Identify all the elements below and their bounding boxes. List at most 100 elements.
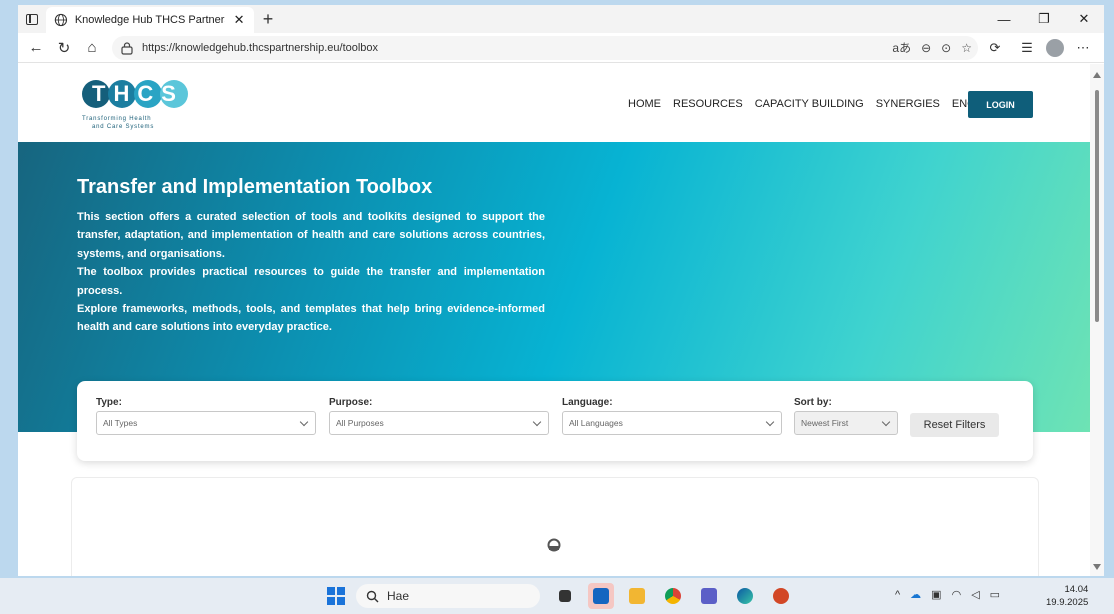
sort-select[interactable]: Newest First	[794, 411, 898, 435]
minimize-button[interactable]: —	[984, 5, 1024, 33]
logo-tagline-2: and Care Systems	[92, 124, 154, 130]
language-select[interactable]: All Languages	[562, 411, 782, 435]
tab-actions-button[interactable]	[18, 5, 46, 33]
favorite-star-icon[interactable]: ☆	[961, 41, 972, 55]
tab-title: Knowledge Hub THCS Partnership	[74, 14, 225, 26]
login-button[interactable]: LOGIN	[968, 91, 1033, 118]
favorites-icon[interactable]: ☰	[1014, 35, 1040, 61]
lock-icon	[121, 41, 133, 55]
language-value: All Languages	[569, 418, 623, 428]
taskbar-search-text: Hae	[387, 589, 410, 603]
url-text: https://knowledgehub.thcspartnership.eu/…	[142, 41, 379, 54]
purpose-select[interactable]: All Purposes	[329, 411, 549, 435]
back-arrow-icon: ←	[28, 39, 44, 56]
purpose-value: All Purposes	[336, 418, 384, 428]
outlook-icon[interactable]	[588, 583, 614, 609]
filter-card: Type: All Types Purpose: All Purposes La…	[77, 381, 1033, 461]
clock-time: 14.04	[1064, 584, 1089, 595]
page-scrollbar[interactable]	[1090, 64, 1104, 576]
zoom-icon[interactable]: ⊖	[921, 41, 931, 55]
hero-paragraph-2: The toolbox provides practical resources…	[77, 266, 545, 297]
task-view-icon[interactable]	[552, 583, 578, 609]
read-aloud-icon[interactable]: aあ	[892, 39, 911, 56]
page-title: Transfer and Implementation Toolbox	[77, 176, 433, 198]
nav-synergies[interactable]: SYNERGIES	[876, 98, 940, 110]
globe-icon	[54, 13, 68, 27]
type-filter: Type: All Types	[96, 397, 316, 435]
sort-value: Newest First	[801, 418, 849, 428]
wifi-icon[interactable]: ◠	[952, 588, 962, 601]
nav-home[interactable]: HOME	[628, 98, 661, 110]
type-select[interactable]: All Types	[96, 411, 316, 435]
search-icon	[366, 590, 379, 602]
taskbar-search[interactable]: Hae	[356, 584, 540, 608]
window-controls: — ❐ ✕	[984, 5, 1104, 33]
chevron-down-icon	[299, 417, 309, 427]
security-icon[interactable]: ▣	[931, 588, 941, 601]
loading-spinner-icon	[547, 538, 561, 552]
home-button[interactable]: ⌂	[78, 34, 106, 62]
sort-filter: Sort by: Newest First	[794, 397, 898, 435]
scroll-up-icon[interactable]	[1093, 72, 1101, 78]
volume-icon[interactable]: ◁	[971, 588, 979, 601]
browser-window: Knowledge Hub THCS Partnership ✕ + — ❐ ✕…	[18, 5, 1104, 576]
hero-description: This section offers a curated selection …	[77, 208, 545, 337]
system-tray: ^ ☁ ▣ ◠ ◁ ▭	[895, 588, 1000, 602]
page-viewport: THCS Transforming Health and Care System…	[18, 64, 1090, 576]
tab-close-icon[interactable]: ✕	[232, 12, 246, 28]
results-panel	[71, 477, 1039, 576]
main-nav: HOME RESOURCES CAPACITY BUILDING SYNERGI…	[628, 98, 988, 110]
thcs-logo[interactable]: THCS Transforming Health and Care System…	[78, 76, 198, 132]
back-button[interactable]: ←	[22, 34, 50, 62]
site-header: THCS Transforming Health and Care System…	[18, 64, 1090, 142]
os-taskbar: Hae ^ ☁ ▣ ◠ ◁ ▭ 14.04 19.9.2025	[0, 578, 1114, 614]
tab-actions-icon	[26, 13, 38, 25]
settings-more-icon[interactable]: ⋯	[1070, 35, 1096, 61]
purpose-label: Purpose:	[329, 397, 373, 408]
browser-tab[interactable]: Knowledge Hub THCS Partnership ✕	[46, 7, 254, 33]
sort-label: Sort by:	[794, 397, 832, 408]
chrome-icon[interactable]	[660, 583, 686, 609]
onedrive-icon[interactable]: ☁	[910, 588, 921, 601]
taskbar-clock[interactable]: 14.04 19.9.2025	[1046, 583, 1088, 609]
chevron-down-icon	[881, 417, 891, 427]
hero-paragraph-1: This section offers a curated selection …	[77, 211, 545, 260]
edge-icon[interactable]	[732, 583, 758, 609]
url-actions: aあ ⊖ ⊙ ☆	[892, 36, 972, 60]
extensions-icon[interactable]: ⟳	[982, 35, 1008, 61]
clock-date: 19.9.2025	[1046, 597, 1089, 608]
logo-tagline-1: Transforming Health	[82, 116, 151, 122]
logo-text: THCS	[92, 81, 184, 106]
refresh-icon: ↻	[57, 39, 71, 57]
address-bar: ← ↻ ⌂ https://knowledgehub.thcspartnersh…	[18, 33, 1104, 63]
window-close-button[interactable]: ✕	[1064, 5, 1104, 33]
new-tab-button[interactable]: +	[254, 6, 282, 32]
nav-capacity-building[interactable]: CAPACITY BUILDING	[755, 98, 864, 110]
hero-paragraph-3: Explore frameworks, methods, tools, and …	[77, 303, 545, 334]
browser-toolbar: ⟳ ☰ ⋯	[982, 35, 1096, 61]
chevron-down-icon	[765, 417, 775, 427]
home-icon: ⌂	[87, 39, 97, 56]
powerpoint-icon[interactable]	[768, 583, 794, 609]
chevron-up-icon[interactable]: ^	[895, 589, 900, 601]
tab-bar: Knowledge Hub THCS Partnership ✕ + — ❐ ✕	[18, 5, 1104, 33]
restore-button[interactable]: ❐	[1024, 5, 1064, 33]
type-label: Type:	[96, 397, 122, 408]
refresh-button[interactable]: ↻	[50, 34, 78, 62]
type-value: All Types	[103, 418, 138, 428]
language-label: Language:	[562, 397, 613, 408]
purpose-filter: Purpose: All Purposes	[329, 397, 549, 435]
chevron-down-icon	[532, 417, 542, 427]
taskbar-apps	[552, 583, 794, 609]
teams-icon[interactable]	[696, 583, 722, 609]
more-page-icon[interactable]: ⊙	[941, 41, 951, 55]
scroll-down-icon[interactable]	[1093, 564, 1101, 570]
file-explorer-icon[interactable]	[624, 583, 650, 609]
profile-avatar[interactable]	[1046, 38, 1064, 57]
reset-filters-button[interactable]: Reset Filters	[910, 413, 999, 437]
battery-icon[interactable]: ▭	[990, 588, 1000, 601]
url-field[interactable]: https://knowledgehub.thcspartnership.eu/…	[112, 35, 978, 60]
windows-start-icon[interactable]	[327, 587, 345, 605]
nav-resources[interactable]: RESOURCES	[673, 98, 743, 110]
scroll-thumb[interactable]	[1095, 90, 1099, 322]
